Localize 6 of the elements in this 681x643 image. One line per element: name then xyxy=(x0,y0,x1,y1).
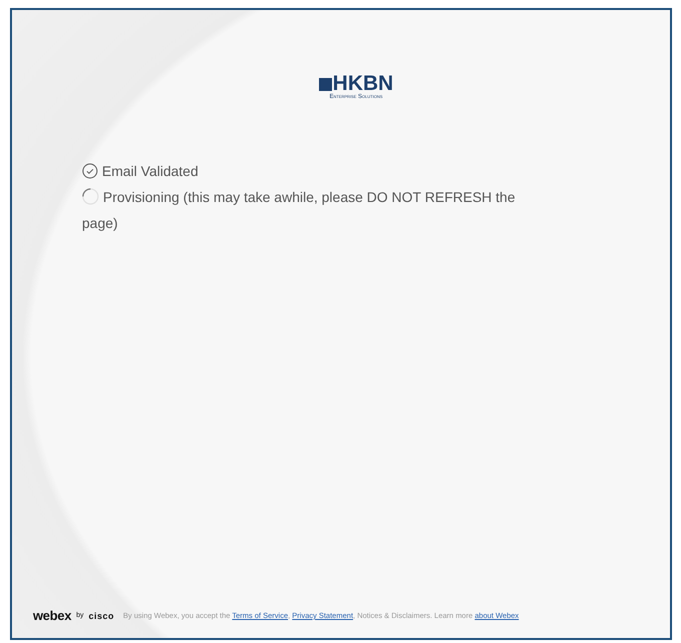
brand-name: webex xyxy=(33,608,72,623)
step-label: Email Validated xyxy=(102,163,198,179)
brand-maker: cisco xyxy=(88,610,114,620)
step-label: Provisioning (this may take awhile, please DO NOT REFRESH the page) xyxy=(82,189,516,231)
logo-square-icon xyxy=(318,78,332,90)
logo-text: HKBN xyxy=(332,74,394,94)
